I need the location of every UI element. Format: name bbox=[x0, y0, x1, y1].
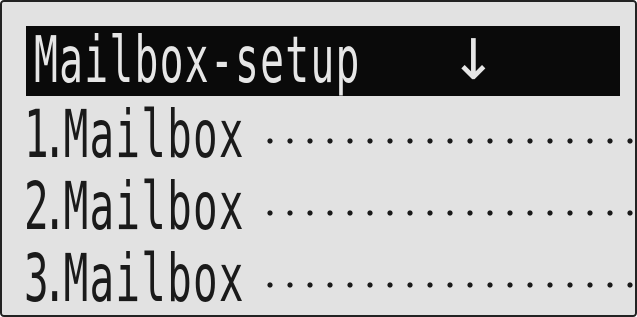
menu-item-mailbox-2[interactable]: 2.Mailbox bbox=[24, 172, 635, 242]
menu-item-mailbox-3[interactable]: 3.Mailbox bbox=[24, 244, 635, 314]
dotted-leader bbox=[260, 210, 635, 216]
menu-item-number: 3. bbox=[24, 240, 67, 317]
dotted-leader bbox=[260, 282, 635, 288]
arrow-down-icon[interactable]: ↓ bbox=[450, 26, 497, 96]
menu-item-number: 2. bbox=[24, 168, 67, 245]
menu-item-label: Mailbox bbox=[63, 96, 245, 173]
menu-item-mailbox-1[interactable]: 1.Mailbox bbox=[24, 100, 635, 170]
menu-header: Mailbox-setup ↓ bbox=[26, 26, 620, 96]
dotted-leader bbox=[260, 138, 635, 144]
menu-item-number: 1. bbox=[24, 96, 67, 173]
menu-item-label: Mailbox bbox=[63, 168, 245, 245]
menu-item-label: Mailbox bbox=[63, 240, 245, 317]
lcd-screen: Mailbox-setup ↓ 1.Mailbox 2.Mailbox 3.Ma… bbox=[0, 0, 637, 317]
menu-title: Mailbox-setup bbox=[34, 24, 361, 98]
